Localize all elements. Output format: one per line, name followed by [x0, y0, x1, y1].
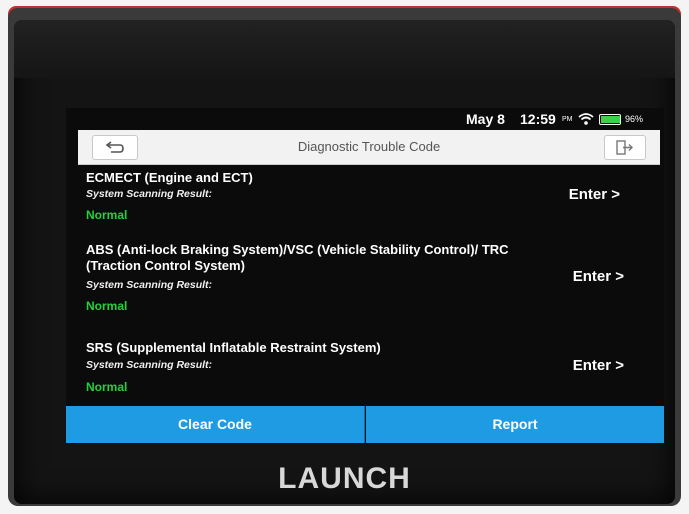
- page-title: Diagnostic Trouble Code: [297, 139, 441, 154]
- battery-icon: [599, 114, 621, 125]
- battery-fill: [601, 116, 621, 123]
- wifi-icon: [578, 112, 594, 126]
- header: Diagnostic Trouble Code: [78, 130, 660, 165]
- status-bar: May 8 12:59 PM 96%: [66, 108, 664, 130]
- result-label: System Scanning Result:: [86, 279, 213, 291]
- report-button[interactable]: Report: [366, 406, 664, 443]
- status-ampm: PM: [562, 116, 573, 123]
- brand-logo: LAUNCH: [278, 462, 411, 495]
- system-name: SRS (Supplemental Inflatable Restraint S…: [86, 340, 381, 355]
- enter-button[interactable]: Enter >: [573, 268, 624, 285]
- result-label: System Scanning Result:: [86, 359, 213, 371]
- system-name: ECMECT (Engine and ECT): [86, 170, 253, 185]
- status-time: 12:59: [520, 111, 556, 127]
- device-bezel-top: [14, 20, 675, 78]
- system-name: ABS (Anti-lock Braking System)/VSC (Vehi…: [86, 242, 509, 273]
- battery-percent: 96%: [625, 114, 644, 124]
- result-label: System Scanning Result:: [86, 188, 213, 200]
- list-item[interactable]: ECMECT (Engine and ECT) System Scanning …: [78, 164, 660, 226]
- system-list: ECMECT (Engine and ECT) System Scanning …: [78, 164, 660, 404]
- status-badge: Normal: [86, 299, 128, 313]
- enter-button[interactable]: Enter >: [573, 357, 624, 374]
- status-date: May 8: [466, 111, 505, 127]
- clear-code-button[interactable]: Clear Code: [66, 406, 365, 443]
- status-badge: Normal: [86, 208, 128, 222]
- footer: Clear Code Report: [66, 406, 664, 443]
- list-item[interactable]: ABS (Anti-lock Braking System)/VSC (Vehi…: [78, 242, 660, 328]
- enter-button[interactable]: Enter >: [569, 186, 620, 203]
- exit-button[interactable]: [604, 135, 646, 160]
- list-item[interactable]: SRS (Supplemental Inflatable Restraint S…: [78, 338, 660, 404]
- screen: May 8 12:59 PM 96% Diagnostic Trouble Co…: [66, 108, 664, 444]
- status-badge: Normal: [86, 380, 128, 394]
- exit-icon: [616, 140, 633, 155]
